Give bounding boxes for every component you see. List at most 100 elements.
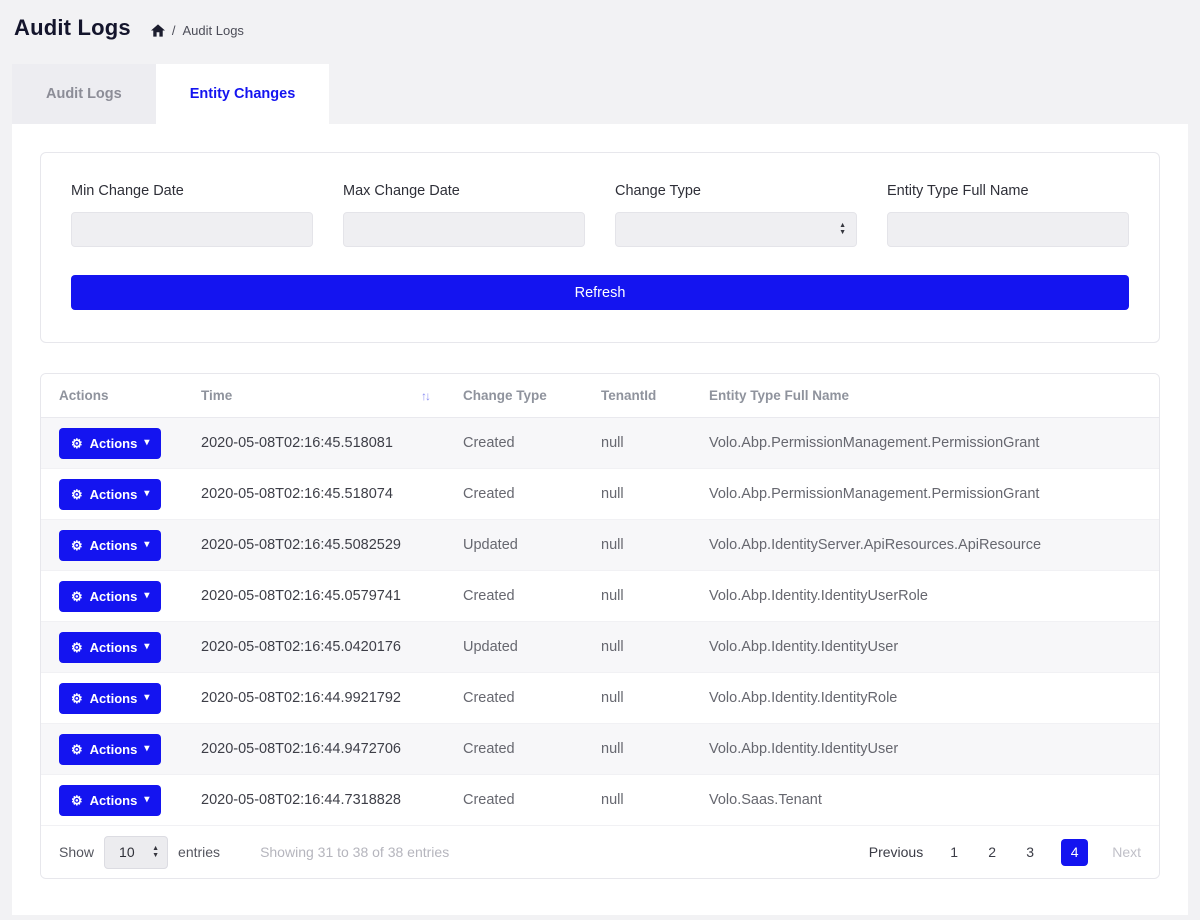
table-header-row: Actions Time ↑↓ Change Type TenantId Ent… <box>41 374 1159 418</box>
entries-label: entries <box>178 844 220 860</box>
time-cell: 2020-05-08T02:16:45.0420176 <box>191 622 453 673</box>
show-label: Show <box>59 844 94 860</box>
caret-down-icon: ▾ <box>144 795 149 805</box>
caret-down-icon: ▾ <box>144 642 149 652</box>
row-actions-label: Actions <box>90 691 138 706</box>
filter-min-change-date: Min Change Date <box>71 183 313 247</box>
min-change-date-input[interactable] <box>71 212 313 247</box>
table-row: ⚙ Actions ▾ 2020-05-08T02:16:45.0420176 Up… <box>41 622 1159 673</box>
row-actions-button[interactable]: ⚙ Actions ▾ <box>59 632 161 663</box>
row-actions-button[interactable]: ⚙Actions▾ <box>59 428 161 459</box>
time-cell: 2020-05-08T02:16:45.518081 <box>191 418 453 469</box>
table-row: ⚙Actions▾ 2020-05-08T02:16:45.518074 Cre… <box>41 469 1159 520</box>
row-actions-button[interactable]: ⚙ Actions ▾ <box>59 479 161 510</box>
row-actions-button[interactable]: ⚙Actions▾ <box>59 683 161 714</box>
filter-change-type: Change Type ▲▼ <box>615 183 857 247</box>
filter-panel: Min Change Date Max Change Date Change T… <box>40 152 1160 343</box>
entity-type-cell: Volo.Abp.PermissionManagement.Permission… <box>699 418 1159 469</box>
tenant-id-cell: null <box>591 724 699 775</box>
row-actions-label: Actions <box>90 640 138 655</box>
gear-icon: ⚙ <box>71 743 83 756</box>
table-row: ⚙Actions▾ 2020-05-08T02:16:45.5082529 Up… <box>41 520 1159 571</box>
table-row: ⚙Actions▾ 2020-05-08T02:16:44.7318828 Cr… <box>41 775 1159 826</box>
column-header-change-type: Change Type <box>453 374 591 418</box>
row-actions-label: Actions <box>90 589 138 604</box>
entity-type-input[interactable] <box>887 212 1129 247</box>
change-type-cell: Created <box>453 469 591 520</box>
filter-entity-type: Entity Type Full Name <box>887 183 1129 247</box>
gear-icon: ⚙ <box>71 488 83 501</box>
tenant-id-cell: null <box>591 571 699 622</box>
row-actions-button[interactable]: ⚙ Actions ▾ <box>59 734 161 765</box>
breadcrumb: / Audit Logs <box>151 23 244 38</box>
time-cell: 2020-05-08T02:16:45.0579741 <box>191 571 453 622</box>
tenant-id-cell: null <box>591 520 699 571</box>
sort-icon[interactable]: ↑↓ <box>421 389 429 403</box>
pagination-page-3[interactable]: 3 <box>1023 844 1037 860</box>
row-actions-label: Actions <box>90 436 138 451</box>
entity-type-cell: Volo.Saas.Tenant <box>699 775 1159 826</box>
tenant-id-cell: null <box>591 418 699 469</box>
row-actions-button[interactable]: ⚙Actions▾ <box>59 785 161 816</box>
gear-icon: ⚙ <box>71 794 83 807</box>
refresh-button[interactable]: Refresh <box>71 275 1129 310</box>
page-size-value: 10 <box>119 844 135 860</box>
showing-entries-text: Showing 31 to 38 of 38 entries <box>260 844 449 860</box>
row-actions-label: Actions <box>90 487 138 502</box>
table-card: Actions Time ↑↓ Change Type TenantId Ent… <box>40 373 1160 879</box>
pagination-next[interactable]: Next <box>1112 844 1141 860</box>
caret-down-icon: ▾ <box>144 591 149 601</box>
tab-entity-changes-label: Entity Changes <box>190 86 296 102</box>
page-size-select[interactable]: 10 ▲▼ <box>104 836 168 869</box>
gear-icon: ⚙ <box>71 437 83 450</box>
row-actions-label: Actions <box>90 742 138 757</box>
gear-icon: ⚙ <box>71 539 83 552</box>
max-change-date-label: Max Change Date <box>343 183 585 199</box>
tab-audit-logs-label: Audit Logs <box>46 86 122 102</box>
time-cell: 2020-05-08T02:16:44.9472706 <box>191 724 453 775</box>
gear-icon: ⚙ <box>71 641 83 654</box>
gear-icon: ⚙ <box>71 692 83 705</box>
content-card: Min Change Date Max Change Date Change T… <box>12 124 1188 915</box>
entity-type-cell: Volo.Abp.PermissionManagement.Permission… <box>699 469 1159 520</box>
caret-down-icon: ▾ <box>144 489 149 499</box>
entity-type-cell: Volo.Abp.Identity.IdentityUser <box>699 724 1159 775</box>
page-header: Audit Logs / Audit Logs <box>0 0 1200 52</box>
entity-type-cell: Volo.Abp.Identity.IdentityRole <box>699 673 1159 724</box>
tenant-id-cell: null <box>591 673 699 724</box>
tenant-id-cell: null <box>591 469 699 520</box>
entity-type-cell: Volo.Abp.Identity.IdentityUser <box>699 622 1159 673</box>
max-change-date-input[interactable] <box>343 212 585 247</box>
pagination: Previous 1 2 3 4 Next <box>869 839 1141 866</box>
pagination-page-2[interactable]: 2 <box>985 844 999 860</box>
time-cell: 2020-05-08T02:16:44.9921792 <box>191 673 453 724</box>
breadcrumb-separator: / <box>172 23 176 38</box>
breadcrumb-current: Audit Logs <box>183 23 244 38</box>
table-row: ⚙Actions▾ 2020-05-08T02:16:45.518081 Cre… <box>41 418 1159 469</box>
tenant-id-cell: null <box>591 622 699 673</box>
min-change-date-label: Min Change Date <box>71 183 313 199</box>
change-type-cell: Created <box>453 724 591 775</box>
filter-grid: Min Change Date Max Change Date Change T… <box>71 183 1129 247</box>
change-type-cell: Created <box>453 775 591 826</box>
pagination-page-1[interactable]: 1 <box>947 844 961 860</box>
tab-entity-changes[interactable]: Entity Changes <box>156 64 330 124</box>
change-type-cell: Updated <box>453 520 591 571</box>
row-actions-button[interactable]: ⚙Actions▾ <box>59 581 161 612</box>
change-type-cell: Created <box>453 418 591 469</box>
change-type-cell: Updated <box>453 622 591 673</box>
column-header-time-label: Time <box>201 388 232 403</box>
home-icon[interactable] <box>151 24 165 37</box>
pagination-page-4-active[interactable]: 4 <box>1061 839 1088 866</box>
caret-down-icon: ▾ <box>144 744 149 754</box>
table-row: ⚙ Actions ▾ 2020-05-08T02:16:44.9472706 Cr… <box>41 724 1159 775</box>
column-header-time[interactable]: Time ↑↓ <box>191 374 453 418</box>
table-row: ⚙Actions▾ 2020-05-08T02:16:44.9921792 Cr… <box>41 673 1159 724</box>
change-type-label: Change Type <box>615 183 857 199</box>
pagination-previous[interactable]: Previous <box>869 844 923 860</box>
row-actions-button[interactable]: ⚙Actions▾ <box>59 530 161 561</box>
column-header-actions: Actions <box>41 374 191 418</box>
tab-audit-logs[interactable]: Audit Logs <box>12 64 156 124</box>
change-type-select[interactable]: ▲▼ <box>615 212 857 247</box>
tenant-id-cell: null <box>591 775 699 826</box>
